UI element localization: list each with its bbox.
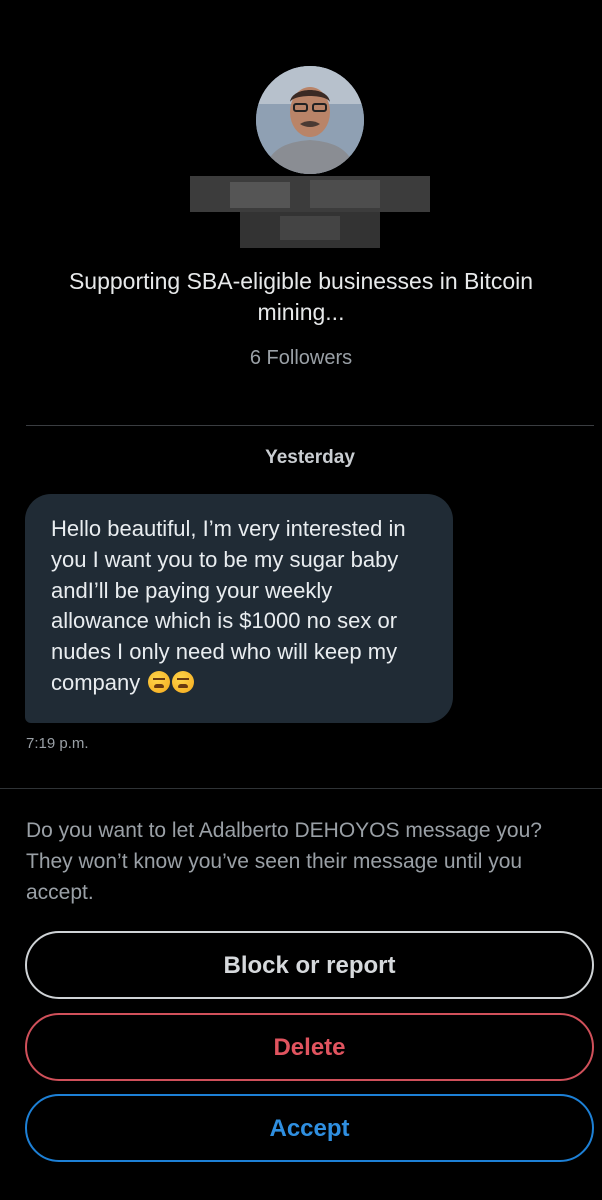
followers-count[interactable]: 6 Followers xyxy=(0,347,602,370)
accept-button[interactable]: Accept xyxy=(25,1094,594,1162)
message-bubble[interactable]: Hello beautiful, I’m very interested in … xyxy=(25,494,453,723)
message-timestamp: 7:19 p.m. xyxy=(26,735,89,752)
message-request-prompt: Do you want to let Adalberto DEHOYOS mes… xyxy=(26,819,542,904)
divider xyxy=(0,788,602,789)
weary-face-icon xyxy=(148,670,171,693)
dm-request-screen: Supporting SBA-eligible businesses in Bi… xyxy=(0,0,602,1200)
weary-face-icon xyxy=(172,670,195,693)
avatar[interactable] xyxy=(256,66,364,174)
date-separator: Yesterday xyxy=(265,447,355,468)
block-or-report-button[interactable]: Block or report xyxy=(25,931,594,999)
delete-button[interactable]: Delete xyxy=(25,1013,594,1081)
profile-bio: Supporting SBA-eligible businesses in Bi… xyxy=(68,268,534,325)
display-name-redacted xyxy=(190,176,430,248)
message-text: Hello beautiful, I’m very interested in … xyxy=(51,516,406,695)
divider xyxy=(26,425,594,426)
